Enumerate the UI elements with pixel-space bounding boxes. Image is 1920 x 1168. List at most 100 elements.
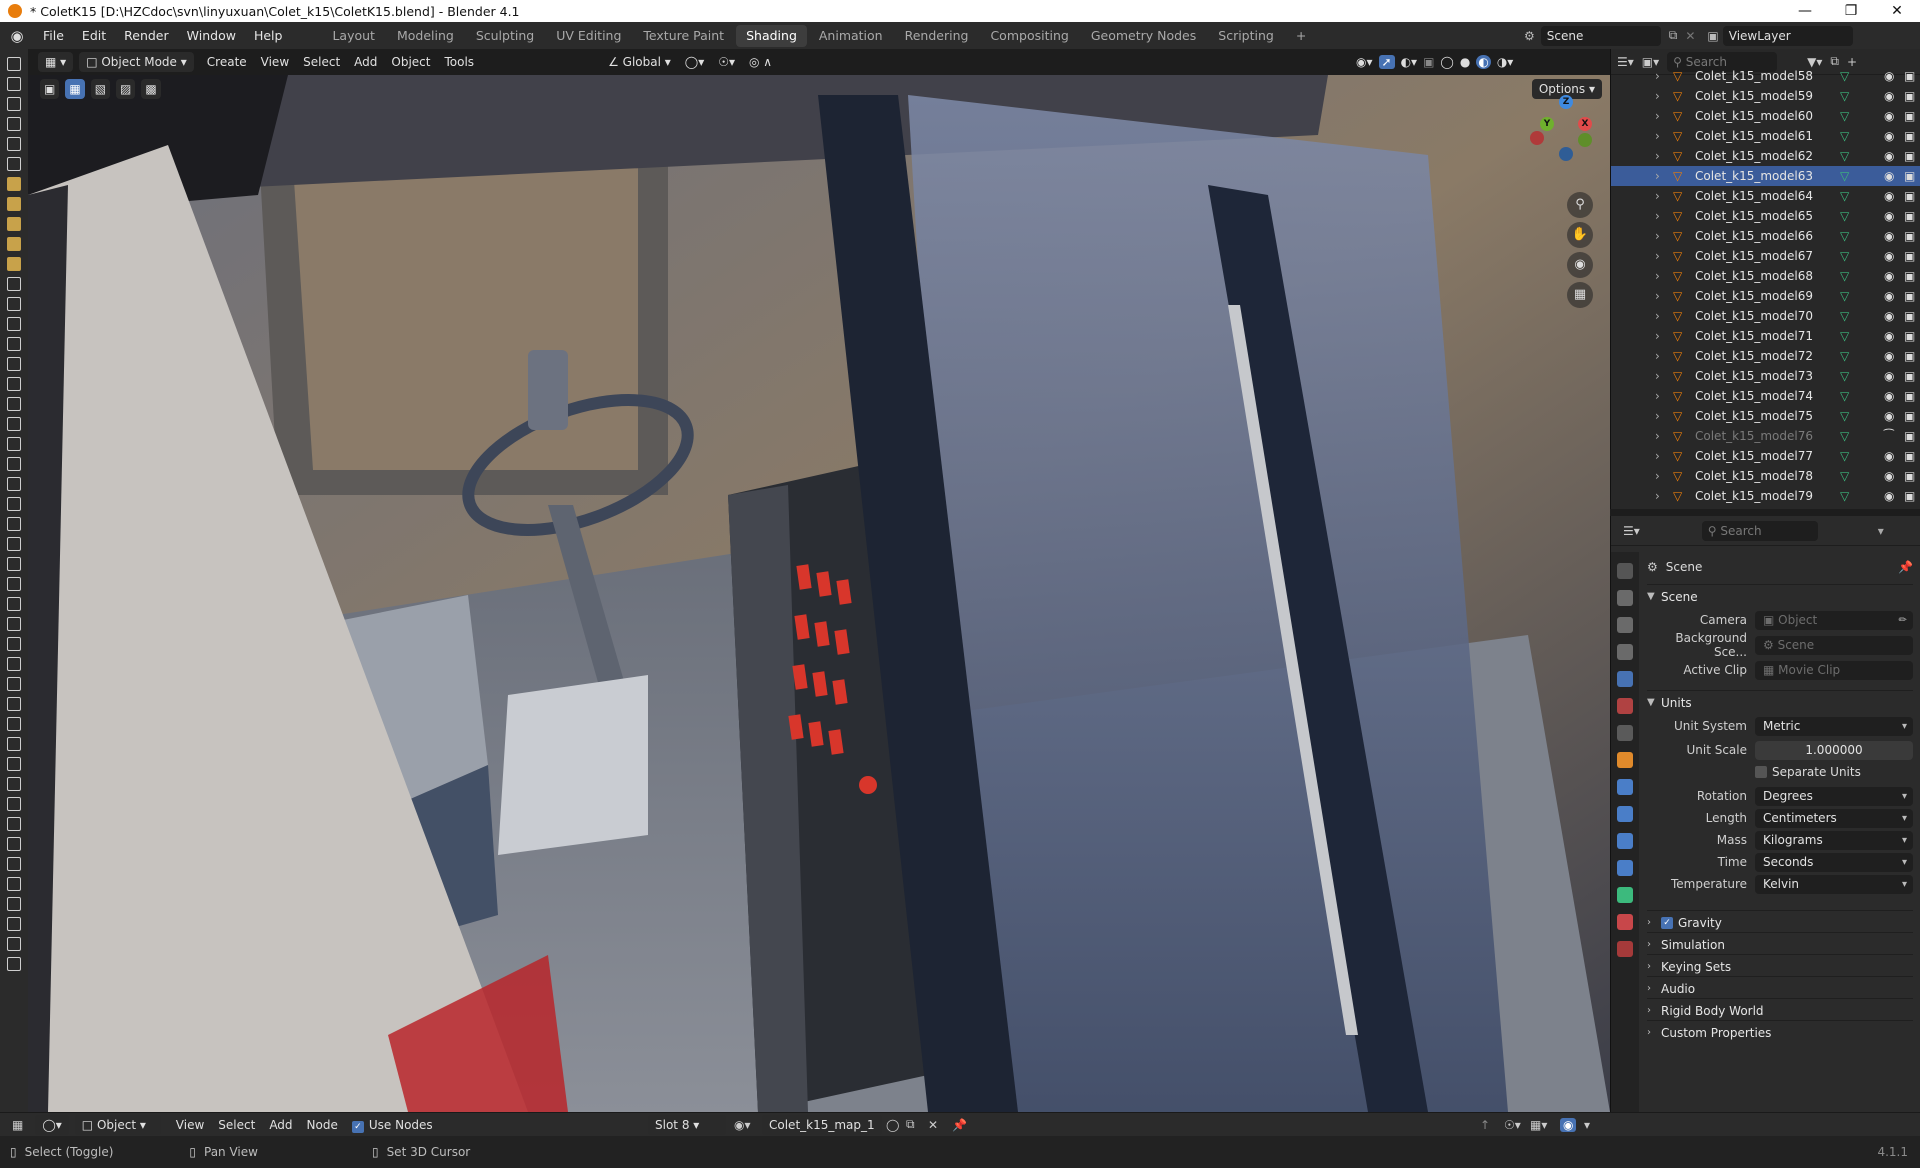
eye-icon[interactable]: ◉ xyxy=(1884,489,1900,503)
outliner-item[interactable]: › ▽ Colet_k15_model69 ▽ ◉ ▣ xyxy=(1611,286,1920,306)
image-icon[interactable] xyxy=(7,357,21,371)
expand-chevron-icon[interactable]: › xyxy=(1655,269,1669,283)
eye-icon[interactable]: ◉ xyxy=(1884,109,1900,123)
tab-rendering[interactable]: Rendering xyxy=(895,25,979,47)
mesh-data-icon[interactable]: ▽ xyxy=(1840,389,1860,403)
expand-chevron-icon[interactable]: › xyxy=(1655,229,1669,243)
outliner-item[interactable]: › ▽ Colet_k15_model60 ▽ ◉ ▣ xyxy=(1611,106,1920,126)
mesh-data-icon[interactable]: ▽ xyxy=(1840,109,1860,123)
collection-tab-icon[interactable] xyxy=(1617,725,1633,741)
object-mode-dropdown[interactable]: □ Object Mode ▾ xyxy=(79,52,194,72)
physics-tab-icon[interactable] xyxy=(1617,833,1633,849)
tab-texture-paint[interactable]: Texture Paint xyxy=(633,25,734,47)
image-icon[interactable] xyxy=(7,857,21,871)
image-icon[interactable] xyxy=(7,537,21,551)
camera-view-icon[interactable]: ◉ xyxy=(1567,252,1593,278)
viewport-menu-select[interactable]: Select xyxy=(296,52,347,72)
menu-window[interactable]: Window xyxy=(178,22,245,49)
render-camera-icon[interactable]: ▣ xyxy=(1904,129,1915,143)
material-name-field[interactable]: Colet_k15_map_1 xyxy=(762,1114,882,1135)
render-camera-icon[interactable]: ▣ xyxy=(1904,349,1915,363)
properties-type-icon[interactable]: ☰▾ xyxy=(1623,524,1640,538)
eye-icon[interactable]: ◉ xyxy=(1884,69,1900,83)
eye-icon[interactable]: ◉ xyxy=(1884,209,1900,223)
scene-selector[interactable]: Scene xyxy=(1540,25,1661,46)
image-icon[interactable] xyxy=(7,777,21,791)
active-clip-field[interactable]: ▦ Movie Clip xyxy=(1755,660,1913,680)
tab-sculpting[interactable]: Sculpting xyxy=(466,25,544,47)
image-icon[interactable] xyxy=(7,957,21,971)
gizmo-toggle-icon[interactable]: ➚ xyxy=(1378,55,1395,69)
zoom-icon[interactable]: ⚲ xyxy=(1567,192,1593,218)
panel-rigid-body-world-header[interactable]: › Rigid Body World xyxy=(1647,998,1913,1022)
view-tool-icon[interactable] xyxy=(7,57,21,71)
outliner-item[interactable]: › ▽ Colet_k15_model78 ▽ ◉ ▣ xyxy=(1611,466,1920,486)
outliner-item[interactable]: › ▽ Colet_k15_model71 ▽ ◉ ▣ xyxy=(1611,326,1920,346)
image-icon[interactable] xyxy=(7,737,21,751)
overlay-toggle-icon[interactable]: ◐▾ xyxy=(1401,55,1418,69)
gizmo-neg-z-axis[interactable] xyxy=(1559,147,1573,161)
mesh-data-icon[interactable]: ▽ xyxy=(1840,329,1860,343)
gizmo-z-axis[interactable]: Z xyxy=(1559,95,1573,109)
tab-modeling[interactable]: Modeling xyxy=(387,25,464,47)
pan-hand-icon[interactable]: ✋ xyxy=(1567,222,1593,248)
length-dropdown[interactable]: Centimeters ▾ xyxy=(1755,808,1913,828)
menu-file[interactable]: File xyxy=(34,22,73,49)
folder-icon[interactable] xyxy=(7,117,21,131)
mesh-data-icon[interactable]: ▽ xyxy=(1840,169,1860,183)
output-tab-icon[interactable] xyxy=(1617,617,1633,633)
select-extend-icon[interactable]: ▧ xyxy=(90,79,111,99)
render-camera-icon[interactable]: ▣ xyxy=(1904,169,1915,183)
mesh-data-icon[interactable]: ▽ xyxy=(1840,469,1860,483)
fake-user-icon[interactable]: ◯ xyxy=(886,1118,899,1132)
select-invert-icon[interactable]: ▩ xyxy=(141,79,161,99)
material-browse-icon[interactable]: ◉▾ xyxy=(734,1118,751,1132)
particles-tab-icon[interactable] xyxy=(1617,806,1633,822)
image-icon[interactable] xyxy=(7,277,21,291)
render-camera-icon[interactable]: ▣ xyxy=(1904,249,1915,263)
eye-icon[interactable]: ◉ xyxy=(1884,249,1900,263)
image-icon[interactable] xyxy=(7,397,21,411)
scene-tab-icon[interactable] xyxy=(1617,671,1633,687)
remove-scene-icon[interactable]: ✕ xyxy=(1685,29,1695,43)
render-camera-icon[interactable]: ▣ xyxy=(1904,369,1915,383)
mesh-data-icon[interactable]: ▽ xyxy=(1840,89,1860,103)
add-workspace-button[interactable]: + xyxy=(1286,25,1316,47)
data-tab-icon[interactable] xyxy=(1617,887,1633,903)
expand-chevron-icon[interactable]: › xyxy=(1655,349,1669,363)
node-overlay-dropdown-icon[interactable]: ▾ xyxy=(1584,1118,1590,1132)
node-menu-add[interactable]: Add xyxy=(262,1115,299,1135)
wireframe-shading-icon[interactable]: ◯ xyxy=(1440,55,1453,69)
new-scene-icon[interactable]: ⧉ xyxy=(1669,28,1678,43)
outliner-item[interactable]: › ▽ Colet_k15_model64 ▽ ◉ ▣ xyxy=(1611,186,1920,206)
image-icon[interactable] xyxy=(7,817,21,831)
mesh-data-icon[interactable]: ▽ xyxy=(1840,449,1860,463)
expand-chevron-icon[interactable]: › xyxy=(1655,489,1669,503)
node-menu-select[interactable]: Select xyxy=(211,1115,262,1135)
tab-layout[interactable]: Layout xyxy=(322,25,385,47)
time-dropdown[interactable]: Seconds ▾ xyxy=(1755,852,1913,872)
eye-icon[interactable]: ◉ xyxy=(1884,289,1900,303)
mesh-data-icon[interactable]: ▽ xyxy=(1840,349,1860,363)
node-menu-node[interactable]: Node xyxy=(300,1115,345,1135)
properties-search-input[interactable]: ⚲ Search xyxy=(1701,520,1818,541)
image-icon[interactable] xyxy=(7,317,21,331)
expand-chevron-icon[interactable]: › xyxy=(1655,389,1669,403)
outliner-item[interactable]: › ▽ Colet_k15_model79 ▽ ◉ ▣ xyxy=(1611,486,1920,506)
render-camera-icon[interactable]: ▣ xyxy=(1904,489,1915,503)
tab-compositing[interactable]: Compositing xyxy=(980,25,1078,47)
image-icon[interactable] xyxy=(7,937,21,951)
folder-icon[interactable] xyxy=(7,197,21,211)
eye-icon[interactable]: ◉ xyxy=(1884,469,1900,483)
render-camera-icon[interactable]: ▣ xyxy=(1904,209,1915,223)
outliner-item[interactable]: › ▽ Colet_k15_model58 ▽ ◉ ▣ xyxy=(1611,66,1920,86)
expand-chevron-icon[interactable]: › xyxy=(1655,109,1669,123)
world-tab-icon[interactable] xyxy=(1617,698,1633,714)
duplicate-material-icon[interactable]: ⧉ xyxy=(906,1117,915,1132)
eye-icon[interactable]: ◉ xyxy=(1884,309,1900,323)
image-icon[interactable] xyxy=(7,657,21,671)
mesh-data-icon[interactable]: ▽ xyxy=(1840,489,1860,503)
image-icon[interactable] xyxy=(7,717,21,731)
image-icon[interactable] xyxy=(7,577,21,591)
expand-chevron-icon[interactable]: › xyxy=(1655,309,1669,323)
